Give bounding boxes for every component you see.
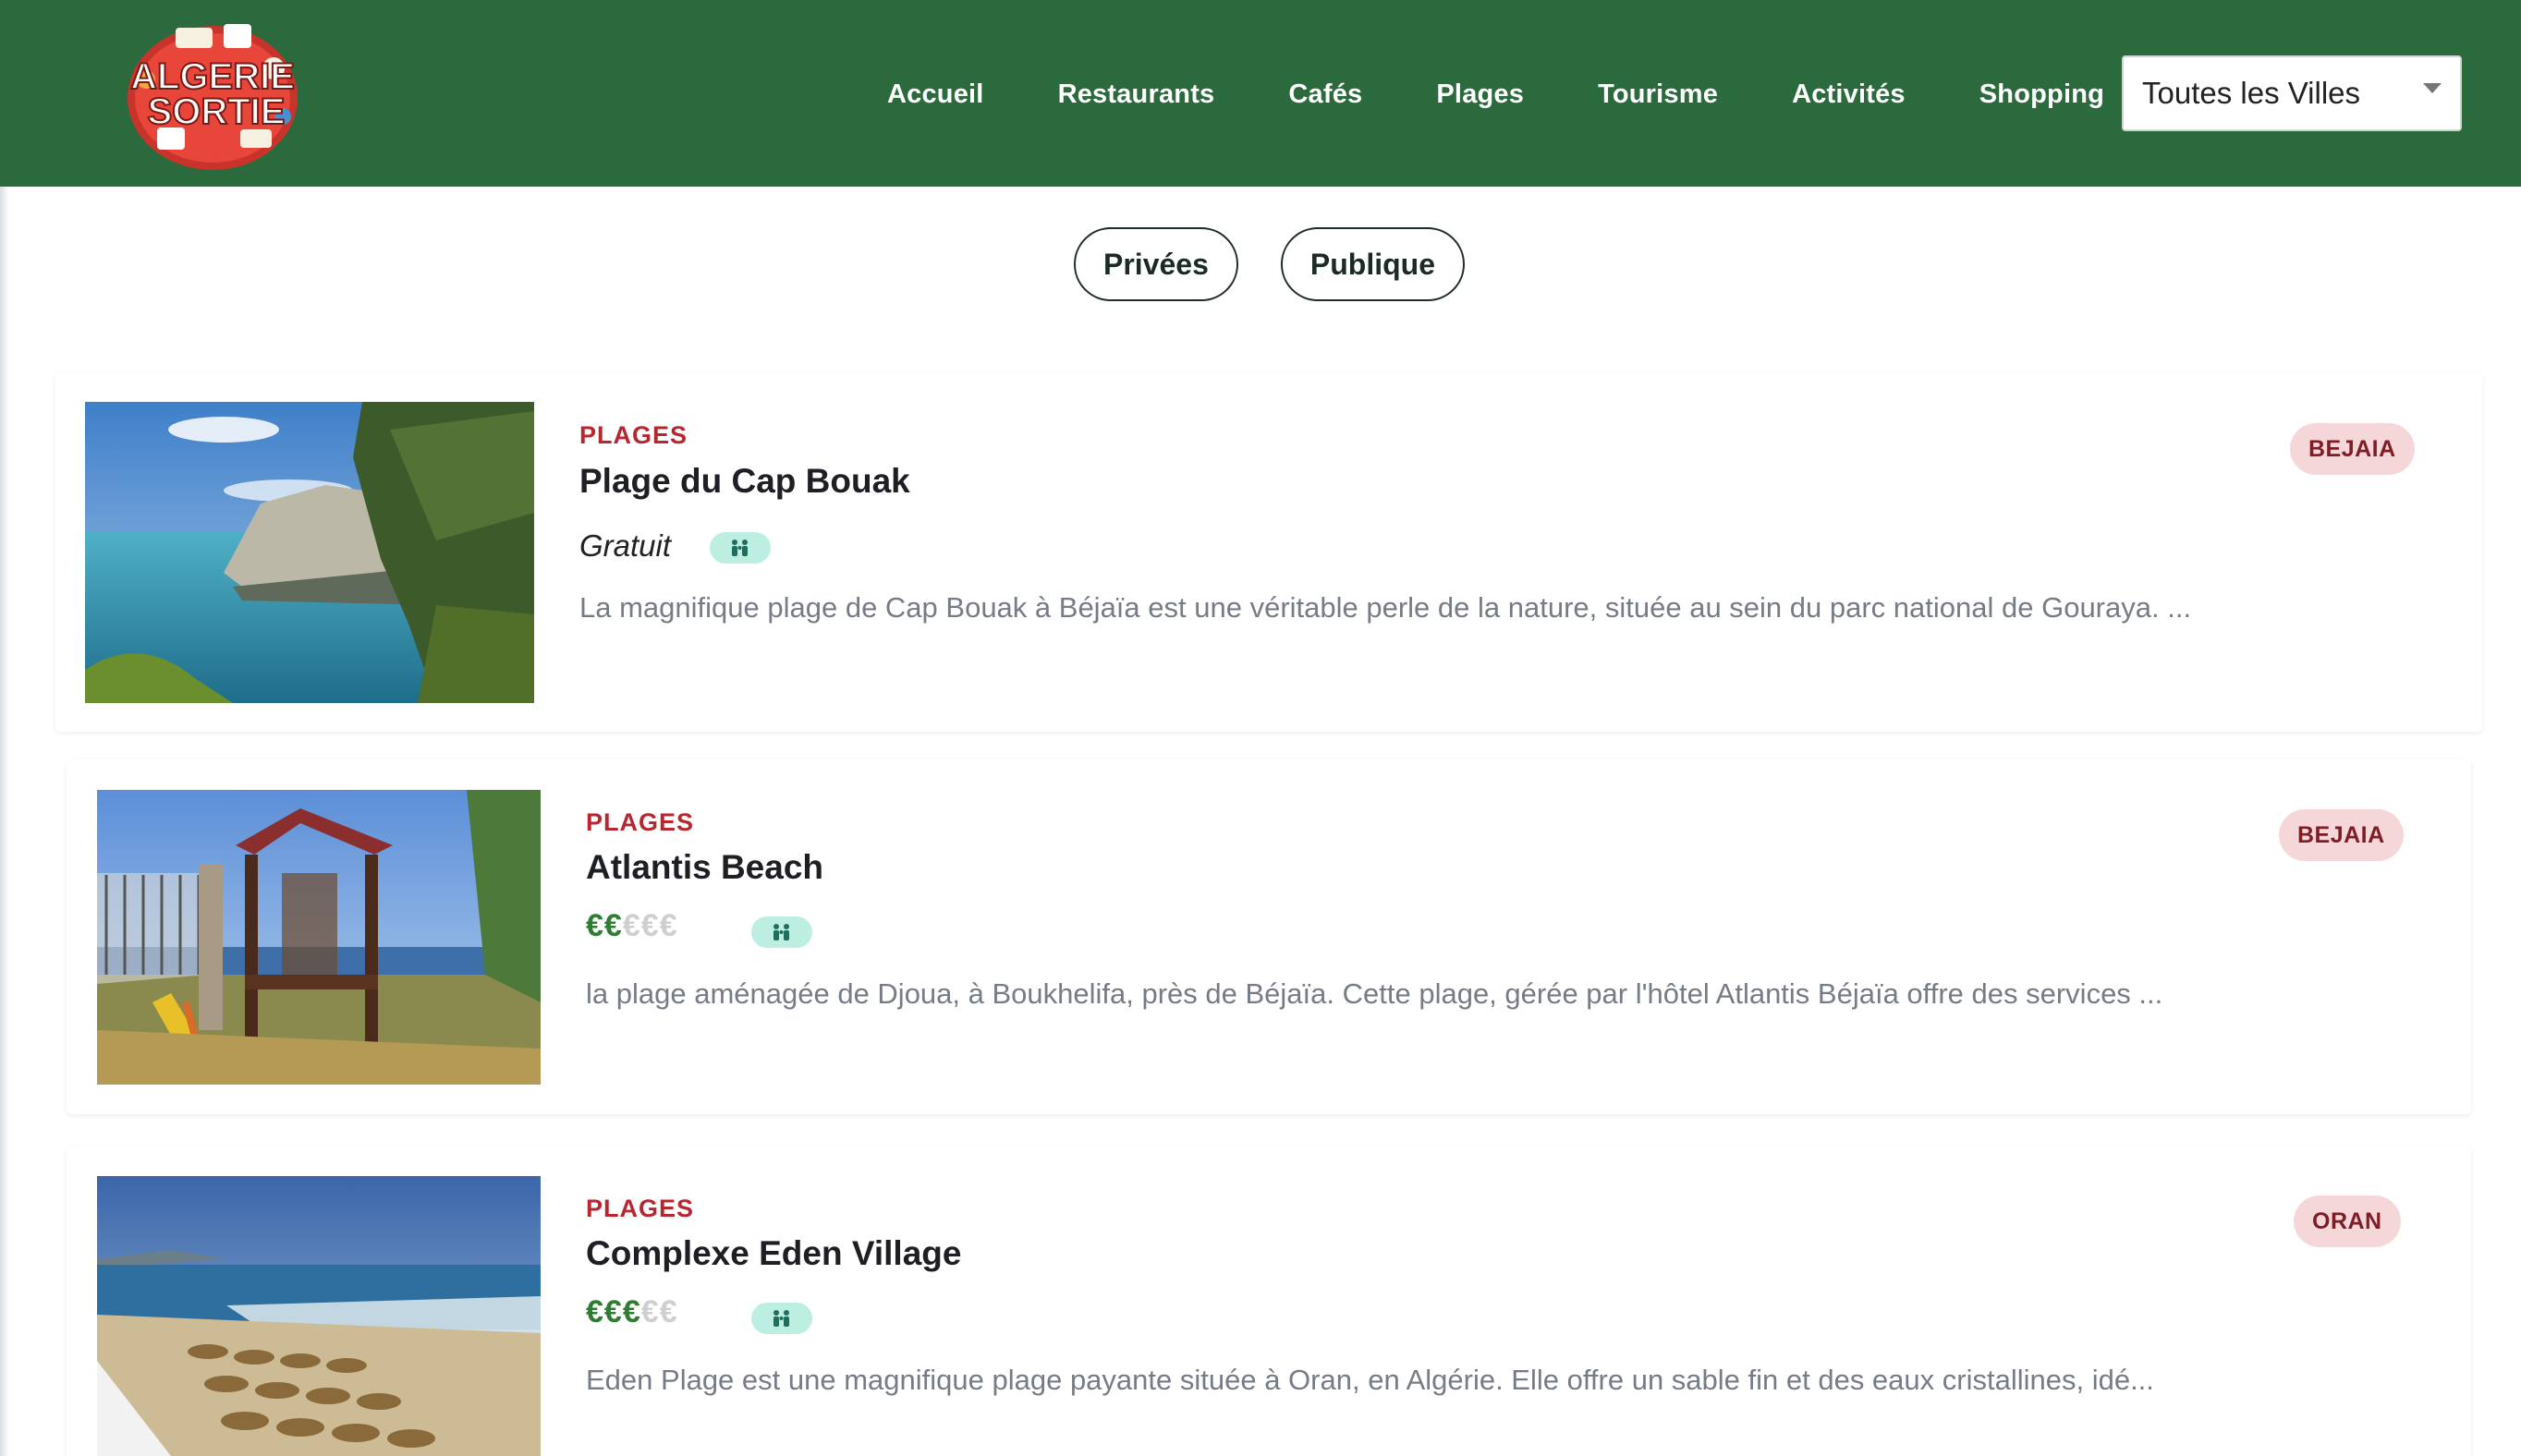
family-icon (773, 1310, 789, 1327)
listing-description: la plage aménagée de Djoua, à Boukhelifa… (586, 977, 2163, 1010)
site-logo[interactable]: ALGERIE SORTIE (120, 15, 305, 174)
listing-category: PLAGES (579, 421, 688, 449)
listing-description: Eden Plage est une magnifique plage paya… (586, 1364, 2154, 1396)
nav-tourisme[interactable]: Tourisme (1561, 79, 1755, 110)
listing-price-free: Gratuit (579, 528, 672, 563)
listing-image[interactable] (97, 790, 541, 1085)
nav-plages[interactable]: Plages (1399, 79, 1561, 110)
family-icon (773, 924, 789, 940)
listing-card[interactable]: PLAGES Complexe Eden Village €€€€€ Eden … (67, 1146, 2471, 1456)
euro-icon-inactive: € (659, 908, 678, 943)
family-badge (710, 532, 771, 564)
listing-card[interactable]: PLAGES Plage du Cap Bouak Gratuit La mag… (55, 373, 2482, 732)
euro-icon-active: € (622, 1294, 641, 1329)
listing-description: La magnifique plage de Cap Bouak à Béjaï… (579, 591, 2192, 624)
euro-icon-active: € (603, 908, 623, 943)
city-select[interactable]: Toutes les Villes (2122, 55, 2462, 131)
filter-publique-button[interactable]: Publique (1280, 227, 1465, 301)
type-filters: Privées Publique (1074, 227, 1465, 301)
listing-title[interactable]: Complexe Eden Village (586, 1234, 961, 1273)
listing-title[interactable]: Atlantis Beach (586, 848, 823, 887)
top-navbar: ALGERIE SORTIE Accueil Restaurants Cafés… (0, 0, 2521, 187)
euro-icon-inactive: € (640, 1294, 660, 1329)
nav-restaurants[interactable]: Restaurants (1021, 79, 1252, 110)
filter-privees-button[interactable]: Privées (1074, 227, 1238, 301)
page-left-shadow (0, 185, 9, 1456)
euro-icon-inactive: € (640, 908, 660, 943)
listing-city-badge: ORAN (2294, 1195, 2401, 1247)
listing-image[interactable] (85, 402, 534, 703)
chevron-down-icon (2423, 83, 2442, 93)
main-nav: Accueil Restaurants Cafés Plages Tourism… (850, 57, 2141, 131)
listing-city-badge: BEJAIA (2290, 423, 2415, 475)
nav-accueil[interactable]: Accueil (850, 79, 1021, 110)
family-badge (751, 1303, 812, 1334)
listing-category: PLAGES (586, 808, 695, 836)
nav-shopping[interactable]: Shopping (1943, 79, 2141, 110)
family-badge (751, 916, 812, 948)
nav-cafes[interactable]: Cafés (1251, 79, 1399, 110)
euro-icon-active: € (586, 908, 604, 943)
euro-icon-inactive: € (622, 908, 641, 943)
price-level-rating: €€€€€ (586, 908, 678, 944)
nav-activites[interactable]: Activités (1755, 79, 1943, 110)
price-level-rating: €€€€€ (586, 1294, 678, 1330)
listing-category: PLAGES (586, 1195, 695, 1222)
city-select-value: Toutes les Villes (2142, 76, 2361, 110)
euro-icon-inactive: € (659, 1294, 678, 1329)
listing-title[interactable]: Plage du Cap Bouak (579, 462, 910, 501)
listing-card[interactable]: PLAGES Atlantis Beach €€€€€ la plage amé… (67, 759, 2471, 1114)
listing-image[interactable] (97, 1176, 541, 1456)
euro-icon-active: € (586, 1294, 604, 1329)
family-icon (732, 540, 748, 556)
svg-text:SORTIE: SORTIE (148, 91, 286, 132)
euro-icon-active: € (603, 1294, 623, 1329)
listing-city-badge: BEJAIA (2279, 809, 2404, 861)
